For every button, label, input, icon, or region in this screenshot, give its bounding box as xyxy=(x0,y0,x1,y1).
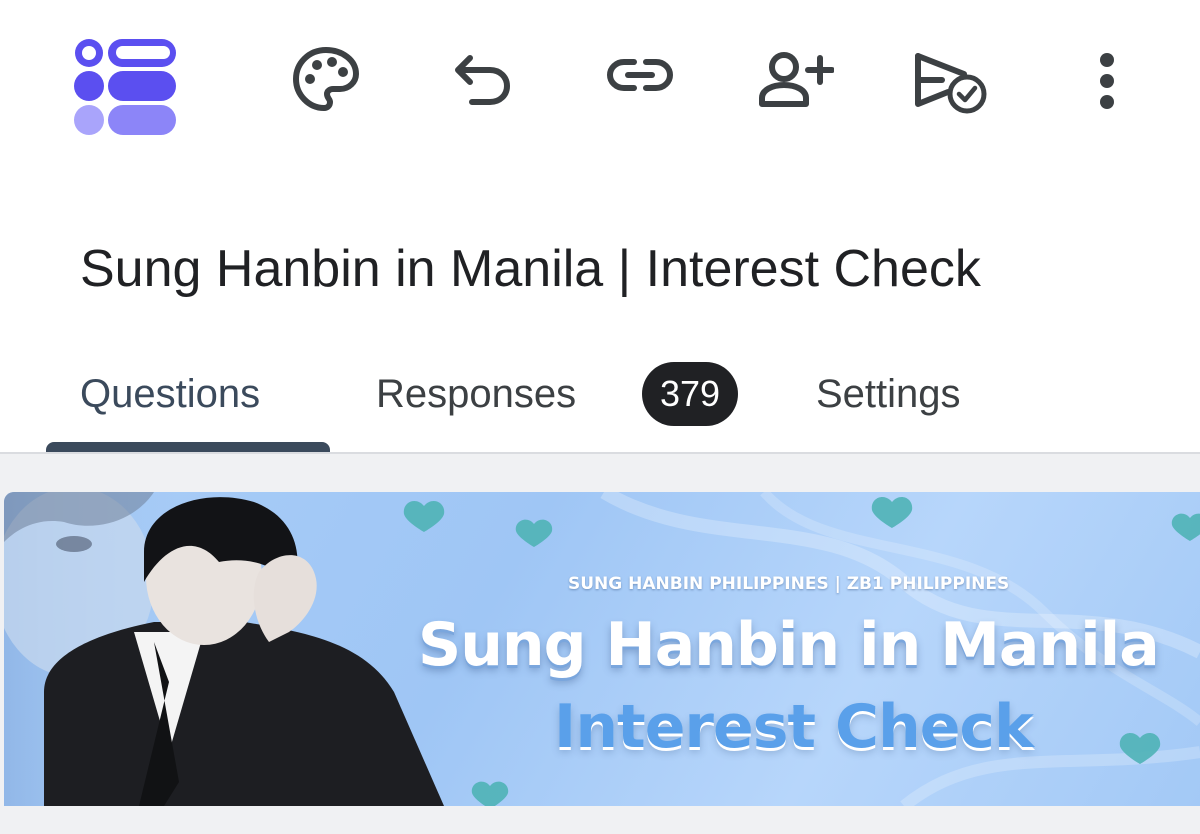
undo-icon[interactable] xyxy=(452,52,514,108)
forms-logo-icon[interactable] xyxy=(72,36,178,136)
form-header-banner: SUNG HANBIN PHILIPPINES | ZB1 PHILIPPINE… xyxy=(4,492,1200,806)
tab-responses[interactable]: Responses xyxy=(376,364,576,424)
banner-title: Sung Hanbin in Manila xyxy=(418,610,1160,680)
active-tab-indicator xyxy=(46,442,330,452)
publish-icon[interactable] xyxy=(912,50,992,116)
link-icon[interactable] xyxy=(604,56,676,94)
tab-questions[interactable]: Questions xyxy=(80,364,260,424)
form-title: Sung Hanbin in Manila | Interest Check xyxy=(80,240,981,298)
more-options-icon[interactable] xyxy=(1096,52,1118,110)
banner-small-caption: SUNG HANBIN PHILIPPINES | ZB1 PHILIPPINE… xyxy=(568,574,1010,594)
tab-bar: Questions Responses 379 Settings xyxy=(0,352,1200,452)
responses-count-badge: 379 xyxy=(642,362,738,426)
palette-icon[interactable] xyxy=(292,46,360,114)
banner-subtitle: Interest Check xyxy=(554,692,1034,762)
add-collaborator-icon[interactable] xyxy=(758,50,834,110)
top-toolbar xyxy=(0,0,1200,170)
tab-settings[interactable]: Settings xyxy=(816,364,961,424)
